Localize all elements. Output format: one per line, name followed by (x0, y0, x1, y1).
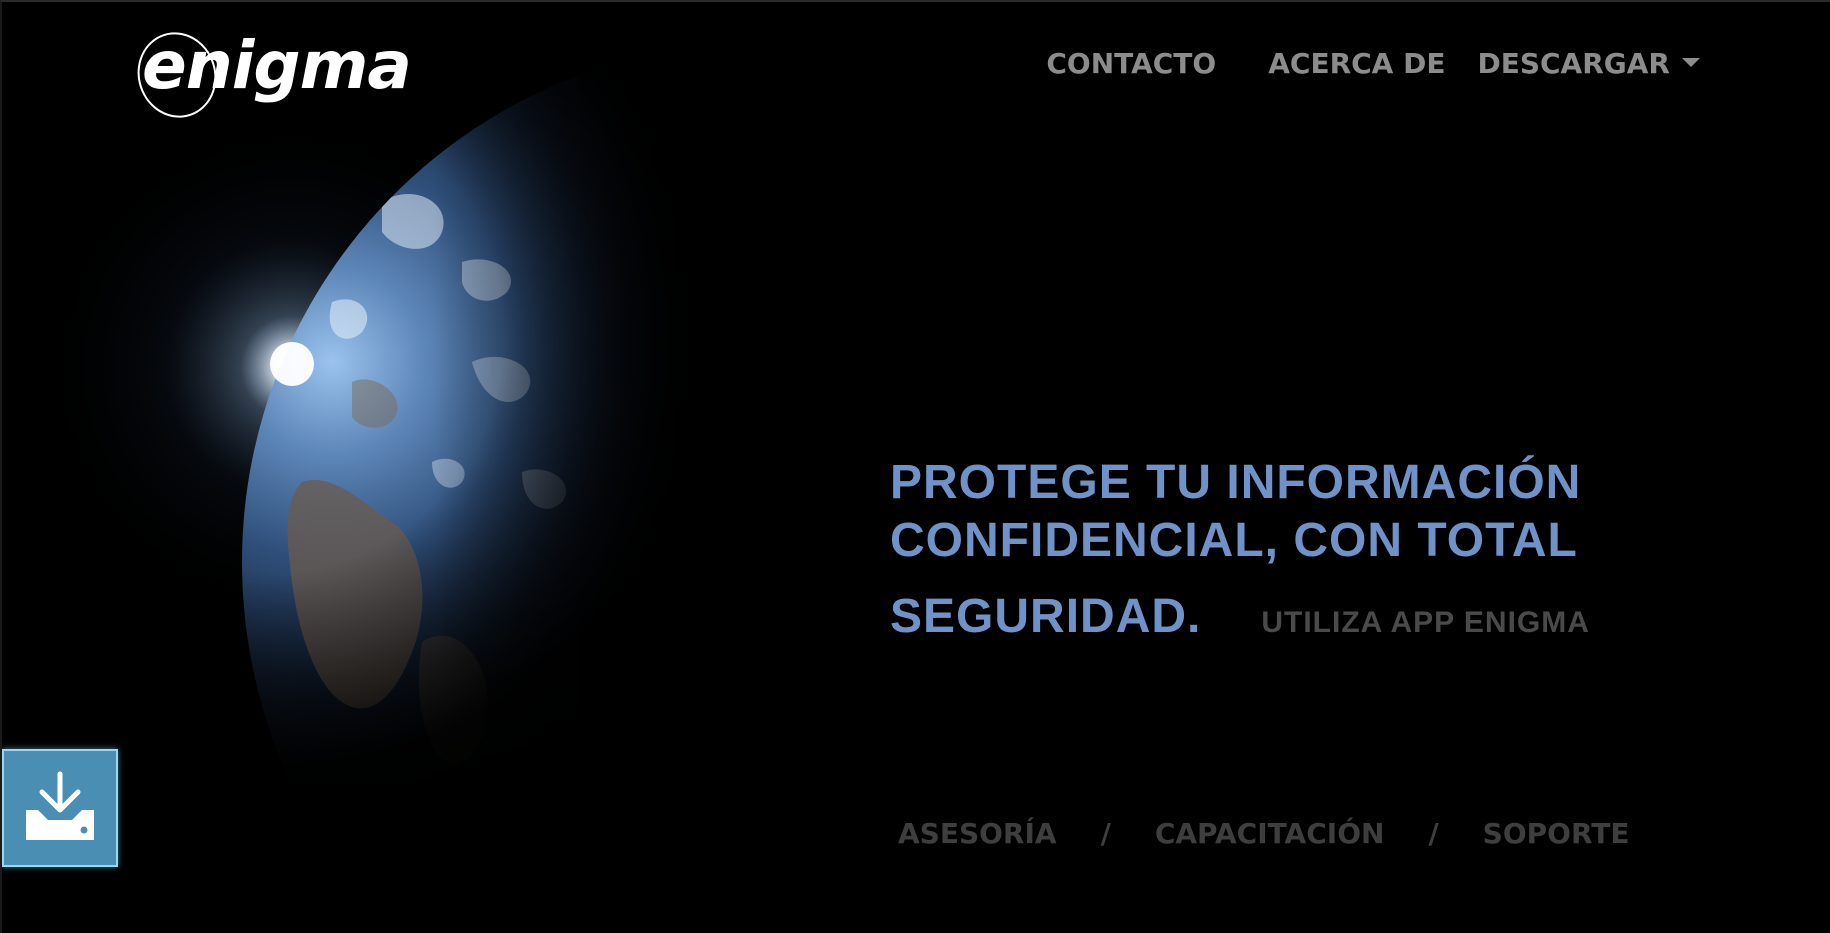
download-floating-button[interactable] (2, 749, 118, 867)
service-soporte: SOPORTE (1482, 817, 1630, 850)
hero-section: PROTEGE TU INFORMACIÓN CONFIDENCIAL, CON… (890, 454, 1750, 646)
hero-last-row: SEGURIDAD. UTILIZA APP ENIGMA (890, 588, 1750, 646)
hero-subtitle: UTILIZA APP ENIGMA (1261, 606, 1590, 639)
top-navigation: CONTACTO ACERCA DE DESCARGAR (1046, 42, 1700, 86)
download-icon (26, 771, 94, 840)
service-asesoria: ASESORÍA (898, 817, 1057, 850)
nav-contacto-link[interactable]: CONTACTO (1046, 42, 1216, 86)
logo-text: enigma (142, 27, 412, 104)
nav-descargar-label: DESCARGAR (1477, 47, 1670, 80)
hero-title-line-2: CONFIDENCIAL, CON TOTAL (890, 514, 1578, 567)
enigma-logo[interactable]: enigma (126, 16, 442, 128)
nav-acerca-link[interactable]: ACERCA DE (1268, 42, 1445, 86)
hero-title-line-1: PROTEGE TU INFORMACIÓN (890, 456, 1582, 509)
page: enigma CONTACTO ACERCA DE DESCARGAR PROT… (0, 0, 1830, 933)
services-separator: / (1100, 817, 1111, 850)
hero-title-line-3: SEGURIDAD. (890, 590, 1202, 643)
nav-descargar-dropdown[interactable]: DESCARGAR (1477, 42, 1700, 86)
services-separator: / (1428, 817, 1439, 850)
services-row: ASESORÍA / CAPACITACIÓN / SOPORTE (898, 817, 1630, 850)
service-capacitacion: CAPACITACIÓN (1154, 817, 1385, 850)
caret-down-icon (1682, 57, 1700, 67)
